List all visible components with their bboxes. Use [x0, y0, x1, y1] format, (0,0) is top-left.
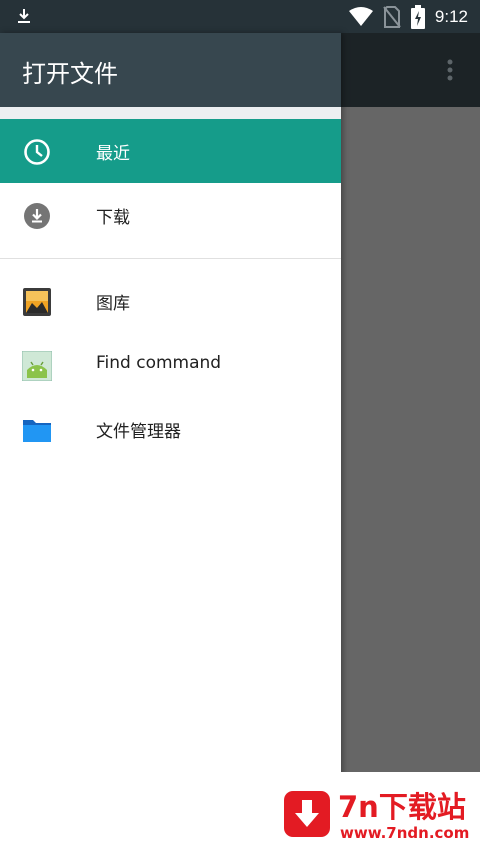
watermark-title: 7n下载站	[338, 790, 466, 824]
drawer-item-label: 最近	[96, 144, 130, 164]
status-bar: 9:12	[0, 0, 480, 33]
drawer-title: 打开文件	[22, 60, 118, 88]
drawer-item-label: Find command	[96, 353, 222, 373]
header-divider	[0, 107, 341, 119]
clock-icon	[24, 139, 50, 165]
folder-icon	[23, 420, 51, 442]
gallery-icon	[23, 288, 51, 316]
no-sim-icon	[383, 5, 401, 28]
watermark-url: www.7ndn.com	[340, 824, 470, 842]
drawer-item-gallery[interactable]: 图库	[0, 269, 341, 333]
android-app-icon	[22, 351, 52, 381]
watermark-logo-icon	[284, 791, 330, 837]
navigation-drawer: 打开文件 最近 下载 图库 Find command 文件管理器	[0, 33, 341, 853]
drawer-divider	[0, 258, 341, 259]
drawer-item-downloads[interactable]: 下载	[0, 183, 341, 247]
overflow-menu-icon[interactable]	[442, 58, 458, 84]
drawer-item-label: 图库	[96, 294, 130, 314]
app-bar-dimmed	[341, 33, 480, 107]
drawer-scrim[interactable]	[341, 107, 480, 853]
watermark: 7n下载站 www.7ndn.com	[266, 772, 480, 853]
clock-time: 9:12	[434, 6, 468, 26]
drawer-item-recent[interactable]: 最近	[0, 119, 341, 183]
download-circle-icon	[24, 203, 50, 229]
wifi-icon	[348, 6, 373, 26]
drawer-item-label: 下载	[96, 208, 130, 228]
download-notification-icon	[18, 9, 30, 23]
battery-charging-icon	[410, 4, 425, 29]
drawer-item-find-command[interactable]: Find command	[0, 333, 341, 397]
drawer-item-label: 文件管理器	[96, 422, 181, 442]
drawer-header: 打开文件	[0, 33, 341, 107]
drawer-item-file-manager[interactable]: 文件管理器	[0, 397, 341, 461]
